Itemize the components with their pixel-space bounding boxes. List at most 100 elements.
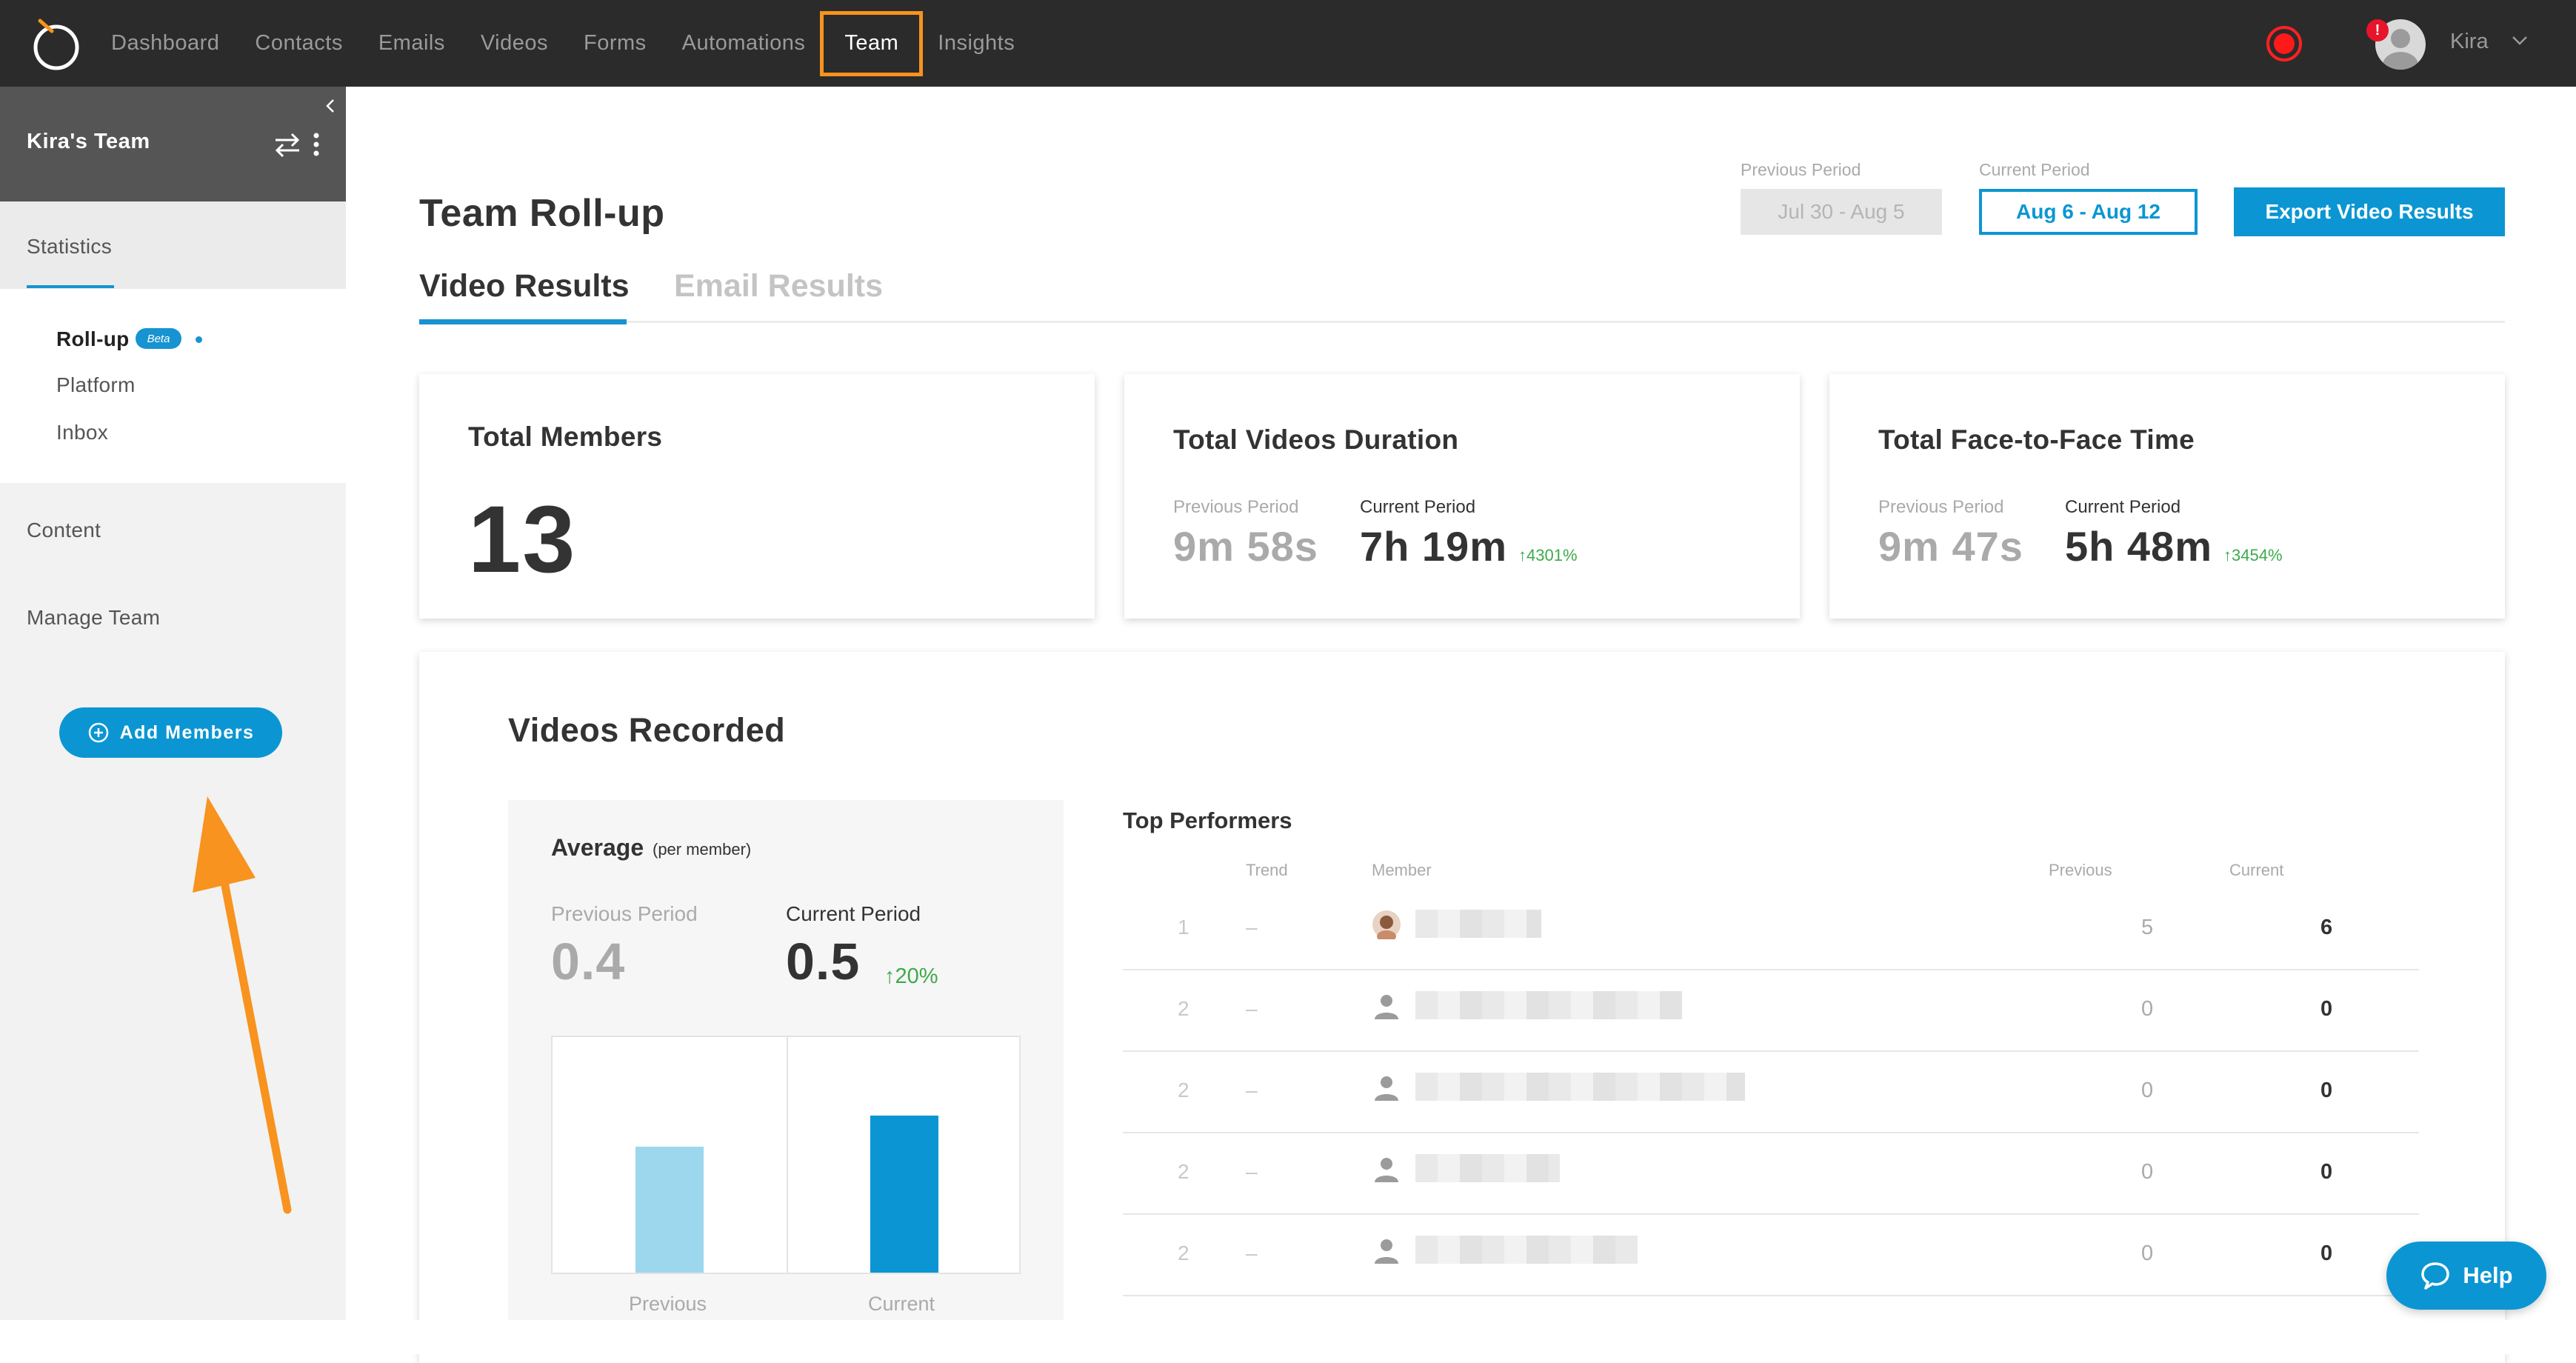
average-current-value: 0.5: [786, 933, 861, 990]
statistics-submenu: [0, 289, 346, 483]
alert-badge: !: [2366, 19, 2389, 41]
sidebar-manage-team[interactable]: Manage Team: [27, 606, 160, 630]
rank: 1: [1178, 916, 1189, 939]
current-period-label: Current Period: [786, 902, 921, 925]
previous-period-label: Previous Period: [1741, 160, 1861, 179]
trend: –: [1246, 1079, 1258, 1102]
column-previous: Previous: [2049, 861, 2112, 879]
nav-team[interactable]: Team: [820, 10, 924, 76]
member-name[interactable]: ██████: [1415, 1154, 1560, 1182]
tab-video-results[interactable]: Video Results: [419, 268, 630, 304]
average-panel: Average (per member) Previous Period 0.4…: [508, 800, 1064, 1333]
total-duration-card: Total Videos Duration Previous Period 9m…: [1124, 374, 1800, 619]
sidebar: Kira's Team Statistics Roll-up Beta Plat…: [0, 87, 346, 1320]
person-icon: [1375, 1239, 1398, 1264]
rank: 2: [1178, 997, 1189, 1020]
table-row[interactable]: 2 – ███████████████ 0 0: [1123, 1052, 2419, 1133]
previous-period-label: Previous Period: [1878, 497, 2004, 517]
nav-videos[interactable]: Videos: [481, 0, 548, 87]
nav-insights[interactable]: Insights: [938, 0, 1015, 87]
current-period-label: Current Period: [2065, 497, 2181, 517]
page-bottom: [0, 1320, 2576, 1354]
chevron-down-icon[interactable]: [2509, 30, 2530, 50]
videos-recorded-card: Videos Recorded Average (per member) Pre…: [419, 652, 2505, 1363]
person-icon: [1375, 1076, 1398, 1101]
table-row[interactable]: 2 – ████████████ 0 0: [1123, 970, 2419, 1052]
nav-dashboard[interactable]: Dashboard: [111, 0, 219, 87]
active-dot: [196, 336, 202, 343]
sidebar-item-platform[interactable]: Platform: [56, 373, 136, 397]
more-vertical-icon[interactable]: [311, 131, 321, 158]
app-logo-icon[interactable]: [30, 12, 83, 74]
trend: –: [1246, 1242, 1258, 1264]
member-photo-icon: [1372, 910, 1401, 939]
nav-automations[interactable]: Automations: [682, 0, 806, 87]
person-icon: [1375, 995, 1398, 1019]
user-name[interactable]: Kira: [2450, 30, 2489, 54]
member-name[interactable]: ████████████: [1415, 991, 1682, 1019]
duration-change: ↑4301%: [1518, 546, 1578, 564]
plus-circle-icon: [88, 722, 108, 743]
average-bar-chart: [551, 1036, 1021, 1274]
beta-badge: Beta: [136, 328, 181, 349]
tab-email-results[interactable]: Email Results: [674, 268, 883, 304]
top-nav-bar: Dashboard Contacts Emails Videos Forms A…: [0, 0, 2576, 87]
bar-current: [870, 1116, 938, 1273]
record-icon[interactable]: [2266, 26, 2302, 61]
member-name[interactable]: ██████████: [1415, 1236, 1638, 1264]
nav-contacts[interactable]: Contacts: [255, 0, 342, 87]
previous-duration-value: 9m 58s: [1173, 523, 1318, 570]
sidebar-item-rollup[interactable]: Roll-up: [56, 327, 130, 351]
current-period-picker[interactable]: Aug 6 - Aug 12: [1979, 189, 2198, 235]
current-period-label: Current Period: [1360, 497, 1476, 517]
previous-value: 0: [2141, 1160, 2154, 1184]
card-title: Total Members: [468, 421, 663, 452]
face-time-change: ↑3454%: [2223, 546, 2283, 564]
face-time-card: Total Face-to-Face Time Previous Period …: [1829, 374, 2505, 619]
previous-face-time-value: 9m 47s: [1878, 523, 2023, 570]
sidebar-statistics[interactable]: Statistics: [27, 235, 112, 259]
nav-forms[interactable]: Forms: [584, 0, 647, 87]
previous-value: 0: [2141, 1079, 2154, 1102]
table-row[interactable]: 1 – ██████ 5 6: [1123, 889, 2419, 970]
nav-emails[interactable]: Emails: [378, 0, 445, 87]
help-label: Help: [2463, 1262, 2513, 1288]
column-trend: Trend: [1246, 861, 1288, 879]
add-members-button[interactable]: Add Members: [59, 707, 282, 758]
total-members-value: 13: [468, 487, 577, 593]
trend: –: [1246, 916, 1258, 939]
team-header: Kira's Team: [0, 87, 346, 201]
chevron-left-icon[interactable]: [323, 97, 338, 115]
user-menu[interactable]: !: [2366, 16, 2426, 73]
member-name[interactable]: ██████: [1415, 910, 1541, 938]
table-row[interactable]: 2 – ██████████ 0 0: [1123, 1215, 2419, 1296]
page-title: Team Roll-up: [419, 192, 665, 235]
main-nav: Dashboard Contacts Emails Videos Forms A…: [111, 0, 1050, 87]
sidebar-item-inbox[interactable]: Inbox: [56, 421, 108, 444]
team-name: Kira's Team: [27, 130, 150, 153]
chart-divider: [787, 1037, 788, 1273]
bar-previous: [635, 1147, 704, 1273]
previous-value: 0: [2141, 1242, 2154, 1265]
average-subtitle: (per member): [653, 840, 752, 859]
current-value: 6: [2320, 916, 2333, 939]
trend: –: [1246, 997, 1258, 1020]
card-title: Total Videos Duration: [1173, 424, 1459, 455]
previous-period-picker[interactable]: Jul 30 - Aug 5: [1741, 189, 1942, 235]
help-button[interactable]: Help: [2386, 1242, 2546, 1310]
current-face-time-value: 5h 48m: [2065, 523, 2212, 570]
tabs-divider: [419, 321, 2505, 323]
current-period-label: Current Period: [1979, 160, 2090, 179]
sidebar-content[interactable]: Content: [27, 519, 101, 542]
average-previous-value: 0.4: [551, 933, 626, 990]
average-change: ↑20%: [884, 964, 938, 988]
current-value: 0: [2320, 1242, 2333, 1265]
export-video-results-button[interactable]: Export Video Results: [2234, 187, 2505, 236]
person-icon: [1375, 1158, 1398, 1182]
current-value: 0: [2320, 1160, 2333, 1184]
current-value: 0: [2320, 997, 2333, 1021]
switch-team-icon[interactable]: [273, 131, 302, 158]
active-tab-indicator: [419, 319, 627, 324]
member-name[interactable]: ███████████████: [1415, 1073, 1745, 1101]
table-row[interactable]: 2 – ██████ 0 0: [1123, 1133, 2419, 1215]
